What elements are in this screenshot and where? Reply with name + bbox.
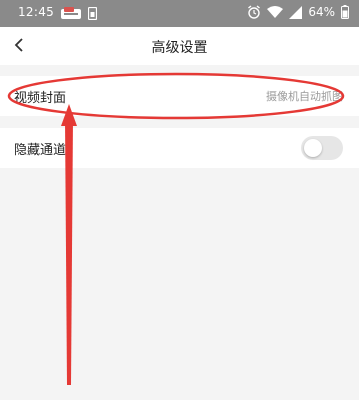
status-bar: 12:45 64% — [0, 0, 359, 27]
sim-icon — [88, 6, 97, 20]
hide-channel-toggle[interactable] — [301, 136, 343, 160]
battery-icon — [341, 5, 349, 19]
page-title: 高级设置 — [151, 40, 208, 56]
hide-channel-label: 隐藏通道 — [14, 142, 67, 158]
battery-percent: 64% — [308, 5, 335, 19]
signal-icon — [289, 5, 303, 19]
wifi-icon — [267, 5, 284, 19]
hide-channel-row: 隐藏通道 — [0, 128, 359, 168]
video-cover-label: 视频封面 — [14, 90, 67, 106]
status-left-icons — [60, 6, 97, 20]
status-right-icons: 64% — [247, 5, 349, 19]
video-cover-row[interactable]: 视频封面 摄像机自动抓图 — [0, 76, 359, 116]
nav-bar: 高级设置 — [0, 27, 359, 65]
toggle-knob — [304, 139, 322, 157]
notification-icon — [60, 6, 82, 20]
alarm-icon — [247, 5, 261, 19]
video-cover-value: 摄像机自动抓图 — [266, 90, 343, 103]
status-time: 12:45 — [18, 5, 55, 19]
